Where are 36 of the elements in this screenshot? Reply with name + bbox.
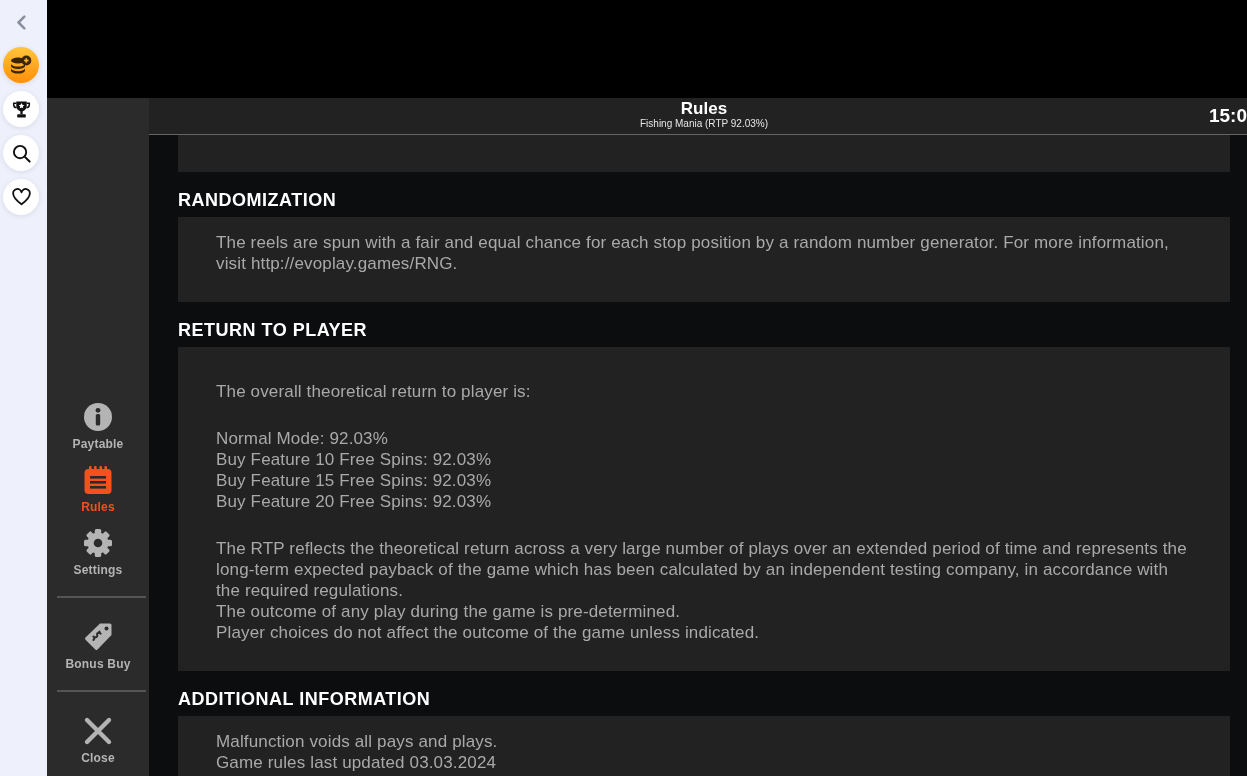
section-heading: RANDOMIZATION xyxy=(178,189,338,212)
search-button[interactable] xyxy=(3,135,39,171)
menu-tab[interactable]: Rules xyxy=(47,458,149,521)
calendar-list-icon xyxy=(83,465,113,495)
trophy-button[interactable] xyxy=(3,91,39,127)
menu-tab[interactable]: Paytable xyxy=(47,395,149,458)
coins-button[interactable] xyxy=(3,47,39,83)
rules-text: Game rules last updated 03.03.2024 xyxy=(216,752,498,773)
bonus-buy-button[interactable]: Bonus Buy xyxy=(47,615,149,678)
chevron-left-icon xyxy=(16,14,26,30)
clock-text: 15:0 xyxy=(1208,106,1247,126)
page-title: Rules xyxy=(680,99,728,118)
trophy-icon xyxy=(11,99,31,119)
menu-tab[interactable]: Settings xyxy=(47,521,149,584)
rules-text: Normal Mode: 92.03% xyxy=(216,428,389,449)
gear-icon xyxy=(83,528,113,558)
section-heading: ADDITIONAL INFORMATION xyxy=(178,688,432,711)
section-heading: RETURN TO PLAYER xyxy=(178,319,369,342)
heart-icon xyxy=(11,188,31,206)
game-subtitle: Fishing Mania (RTP 92.03%) xyxy=(640,118,768,130)
close-button[interactable]: Close xyxy=(47,709,149,772)
rules-text: Malfunction voids all pays and plays. xyxy=(216,731,499,752)
rules-text: The outcome of any play during the game is pre-determined. xyxy=(216,601,682,622)
rules-text: Buy Feature 10 Free Spins: 92.03% xyxy=(216,449,493,470)
rules-text: The overall theoretical return to player is: xyxy=(216,381,532,402)
rules-text: The RTP reflects the theoretical return across a very large number of plays over an extended period of time and represents the long-term expected payback of the game which has been calculated by an independent testing company, in accordance with the required regulations. xyxy=(216,538,1188,601)
rules-text: Buy Feature 15 Free Spins: 92.03% xyxy=(216,470,493,491)
search-icon xyxy=(11,143,31,163)
rules-text: Buy Feature 20 Free Spins: 92.03% xyxy=(216,491,493,512)
close-icon xyxy=(83,716,113,746)
favorites-button[interactable] xyxy=(3,179,39,215)
rules-text: The reels are spun with a fair and equal chance for each stop position by a random number generator. For more information, visit http://evoplay.games/RNG. xyxy=(216,232,1170,274)
rules-text: Player choices do not affect the outcome of the game unless indicated. xyxy=(216,622,761,643)
price-tag-icon xyxy=(83,622,113,652)
info-icon xyxy=(83,402,113,432)
coin-stack-icon xyxy=(10,55,32,75)
